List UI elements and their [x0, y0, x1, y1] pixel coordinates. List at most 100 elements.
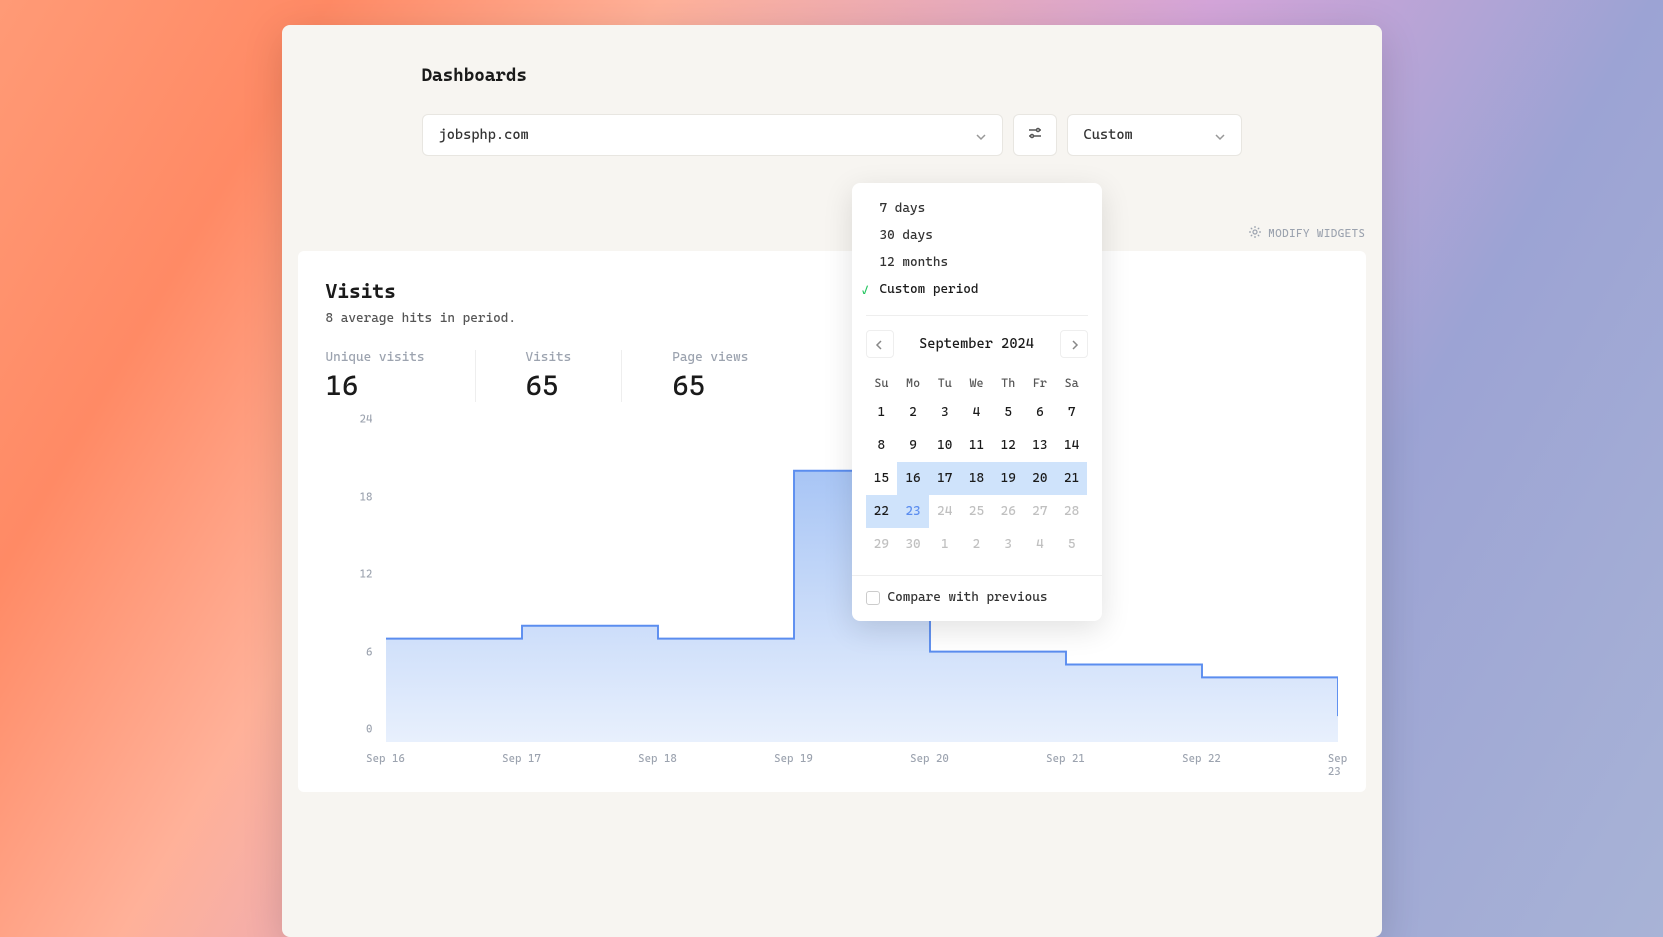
calendar-day[interactable]: 1: [929, 528, 961, 561]
calendar-day[interactable]: 25: [961, 495, 993, 528]
checkmark-icon: ✓: [862, 283, 869, 297]
compare-label: Compare with previous: [888, 590, 1048, 605]
calendar-grid: SuMoTuWeThFrSa12345678910111213141516171…: [866, 370, 1088, 561]
metric-label: Visits: [526, 350, 572, 365]
metric-value: 16: [326, 369, 425, 402]
compare-previous-toggle[interactable]: Compare with previous: [852, 575, 1102, 609]
calendar-day[interactable]: 7: [1056, 396, 1088, 429]
modify-widgets-button[interactable]: MODIFY WIDGETS: [1248, 225, 1365, 242]
calendar-day[interactable]: 29: [866, 528, 898, 561]
calendar-header: September 2024: [866, 330, 1088, 358]
period-option[interactable]: 12 months: [864, 249, 1090, 276]
site-selector[interactable]: jobsphp.com: [422, 114, 1003, 156]
app-window: Dashboards jobsphp.com Custom: [282, 25, 1382, 937]
calendar-next-button[interactable]: [1060, 330, 1088, 358]
calendar-dow: Mo: [897, 370, 929, 396]
calendar-day[interactable]: 2: [897, 396, 929, 429]
calendar-day[interactable]: 21: [1056, 462, 1088, 495]
calendar-day[interactable]: 4: [1024, 528, 1056, 561]
y-tick: 12: [360, 568, 373, 581]
calendar-day[interactable]: 27: [1024, 495, 1056, 528]
y-tick: 6: [366, 645, 372, 658]
x-tick: Sep 19: [774, 752, 813, 765]
calendar-day[interactable]: 15: [866, 462, 898, 495]
calendar-day[interactable]: 19: [992, 462, 1024, 495]
calendar-day[interactable]: 5: [992, 396, 1024, 429]
x-tick: Sep 23: [1328, 752, 1347, 778]
calendar-day[interactable]: 23: [897, 495, 929, 528]
period-option[interactable]: 30 days: [864, 222, 1090, 249]
header: Dashboards jobsphp.com Custom: [282, 65, 1382, 156]
calendar-day[interactable]: 12: [992, 429, 1024, 462]
calendar-dow: Tu: [929, 370, 961, 396]
calendar-day[interactable]: 11: [961, 429, 993, 462]
y-tick: 18: [360, 490, 373, 503]
gear-icon: [1248, 225, 1262, 242]
calendar-day[interactable]: 6: [1024, 396, 1056, 429]
calendar-month-label: September 2024: [919, 336, 1034, 352]
calendar-day[interactable]: 28: [1056, 495, 1088, 528]
chart-area: 24181260 Sep 16Sep 17Sep 18Sep 19Sep 20S…: [326, 432, 1338, 772]
page-title: Dashboards: [422, 65, 1242, 86]
metrics-row: Unique visits 16 Visits 65 Page views 65: [326, 350, 1338, 402]
modify-widgets-label: MODIFY WIDGETS: [1268, 227, 1365, 240]
chevron-right-icon: [1069, 335, 1079, 354]
divider: [866, 315, 1088, 316]
calendar-day[interactable]: 17: [929, 462, 961, 495]
metric-label: Unique visits: [326, 350, 425, 365]
metric-label: Page views: [672, 350, 748, 365]
calendar-day[interactable]: 16: [897, 462, 929, 495]
chevron-left-icon: [875, 335, 885, 354]
calendar-day[interactable]: 30: [897, 528, 929, 561]
site-selector-value: jobsphp.com: [439, 127, 529, 143]
calendar-day[interactable]: 3: [929, 396, 961, 429]
calendar-day[interactable]: 3: [992, 528, 1024, 561]
y-tick: 24: [360, 413, 373, 426]
metric: Unique visits 16: [326, 350, 476, 402]
metric: Page views 65: [672, 350, 798, 402]
calendar-day[interactable]: 24: [929, 495, 961, 528]
x-tick: Sep 21: [1046, 752, 1085, 765]
x-tick: Sep 18: [638, 752, 677, 765]
period-dropdown: 7 days30 days12 months✓Custom period Sep…: [852, 183, 1102, 621]
period-option[interactable]: ✓Custom period: [864, 276, 1090, 303]
calendar: September 2024 SuMoTuWeThFrSa12345678910…: [852, 330, 1102, 561]
filter-button[interactable]: [1013, 114, 1057, 156]
period-selector-value: Custom: [1084, 127, 1133, 143]
calendar-day[interactable]: 26: [992, 495, 1024, 528]
calendar-prev-button[interactable]: [866, 330, 894, 358]
calendar-day[interactable]: 1: [866, 396, 898, 429]
y-axis: 24181260: [326, 432, 381, 742]
calendar-day[interactable]: 13: [1024, 429, 1056, 462]
calendar-day[interactable]: 20: [1024, 462, 1056, 495]
calendar-dow: Fr: [1024, 370, 1056, 396]
period-option[interactable]: 7 days: [864, 195, 1090, 222]
calendar-day[interactable]: 9: [897, 429, 929, 462]
calendar-day[interactable]: 14: [1056, 429, 1088, 462]
visits-card: Visits 8 average hits in period. Unique …: [298, 251, 1366, 792]
calendar-dow: Th: [992, 370, 1024, 396]
calendar-day[interactable]: 10: [929, 429, 961, 462]
calendar-day[interactable]: 8: [866, 429, 898, 462]
calendar-day[interactable]: 2: [961, 528, 993, 561]
sliders-icon: [1027, 125, 1043, 145]
checkbox-icon: [866, 591, 880, 605]
card-title: Visits: [326, 279, 1338, 303]
x-axis: Sep 16Sep 17Sep 18Sep 19Sep 20Sep 21Sep …: [386, 752, 1338, 772]
calendar-day[interactable]: 22: [866, 495, 898, 528]
calendar-day[interactable]: 18: [961, 462, 993, 495]
metric-value: 65: [526, 369, 572, 402]
period-selector[interactable]: Custom: [1067, 114, 1242, 156]
chevron-down-icon: [976, 130, 986, 140]
x-tick: Sep 16: [366, 752, 405, 765]
x-tick: Sep 17: [502, 752, 541, 765]
period-options-list: 7 days30 days12 months✓Custom period: [852, 195, 1102, 315]
x-tick: Sep 20: [910, 752, 949, 765]
x-tick: Sep 22: [1182, 752, 1221, 765]
calendar-day[interactable]: 5: [1056, 528, 1088, 561]
filter-bar: jobsphp.com Custom: [422, 114, 1242, 156]
calendar-day[interactable]: 4: [961, 396, 993, 429]
y-tick: 0: [366, 723, 372, 736]
calendar-dow: We: [961, 370, 993, 396]
metric-value: 65: [672, 369, 748, 402]
